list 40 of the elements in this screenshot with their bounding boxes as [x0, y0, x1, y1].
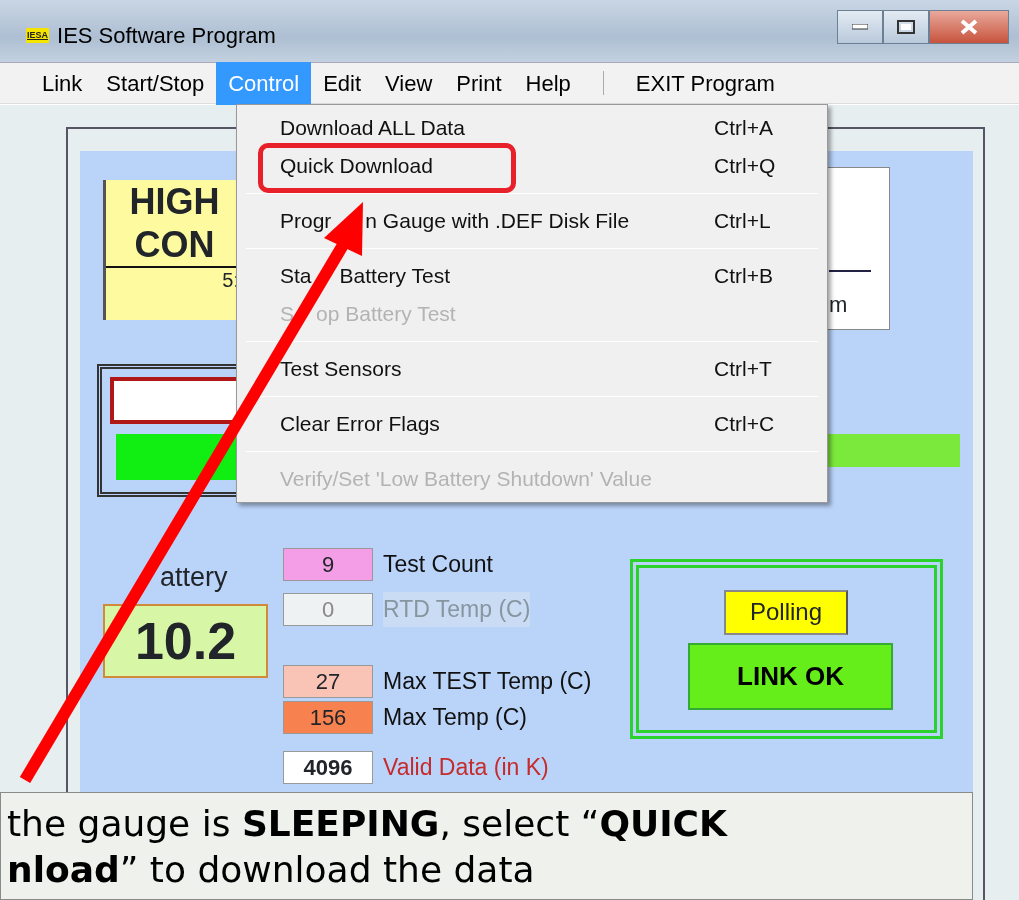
info-text: m	[829, 291, 848, 319]
battery-label: attery	[160, 561, 228, 594]
field-label: Valid Data (in K)	[383, 753, 549, 782]
value-field: 27	[283, 664, 373, 698]
field-label: Test Count	[383, 550, 493, 579]
menu-option[interactable]: Quick Download Ctrl+Q	[280, 147, 824, 185]
close-icon	[960, 19, 978, 35]
menu-option[interactable]: Test Sensors Ctrl+T	[280, 350, 824, 388]
callout-text: the gauge is SLEEPING, select “QUICK	[7, 802, 729, 846]
field-label: Max Temp (C)	[383, 703, 527, 732]
status-text: CON	[133, 223, 216, 267]
menu-item[interactable]: Start/Stop	[94, 61, 217, 105]
status-text: HIGH	[128, 180, 221, 224]
menu-option[interactable]: Clear Error Flags Ctrl+C	[280, 405, 824, 443]
menu-item[interactable]: View	[373, 61, 445, 105]
maximize-button[interactable]	[883, 10, 929, 44]
polling-indicator: Polling	[724, 590, 848, 635]
link-status-button[interactable]: LINK OK	[688, 643, 893, 710]
app-logo: IESA	[26, 27, 49, 43]
menu-item[interactable]: EXIT Program	[623, 61, 787, 105]
menu-option[interactable]: Progr n Gauge with .DEF Disk File Ctrl+L	[280, 202, 824, 240]
close-button[interactable]	[929, 10, 1009, 44]
menu-option[interactable]: Sta Battery Test Ctrl+B	[280, 257, 824, 295]
callout-text: nload” to download the data	[7, 848, 536, 892]
menu-item[interactable]: Edit	[311, 61, 374, 105]
value-field: 4096	[283, 750, 373, 784]
value-field: 0	[283, 592, 373, 626]
menu-option[interactable]: Download ALL Data Ctrl+A	[280, 109, 824, 147]
menu-item[interactable]: Print	[444, 61, 514, 105]
maximize-icon	[897, 20, 915, 34]
value-field: 9	[283, 547, 373, 581]
minimize-button[interactable]	[837, 10, 883, 44]
window-title: IES Software Program	[57, 21, 276, 50]
value-field: 156	[283, 700, 373, 734]
menu-item[interactable]: Help	[513, 61, 583, 105]
menu-item[interactable]: Link	[30, 61, 95, 105]
minimize-icon	[852, 24, 868, 30]
field-label: Max TEST Temp (C)	[383, 667, 592, 696]
field-label: RTD Temp (C)	[383, 592, 531, 627]
battery-value: 10.2	[103, 604, 268, 678]
